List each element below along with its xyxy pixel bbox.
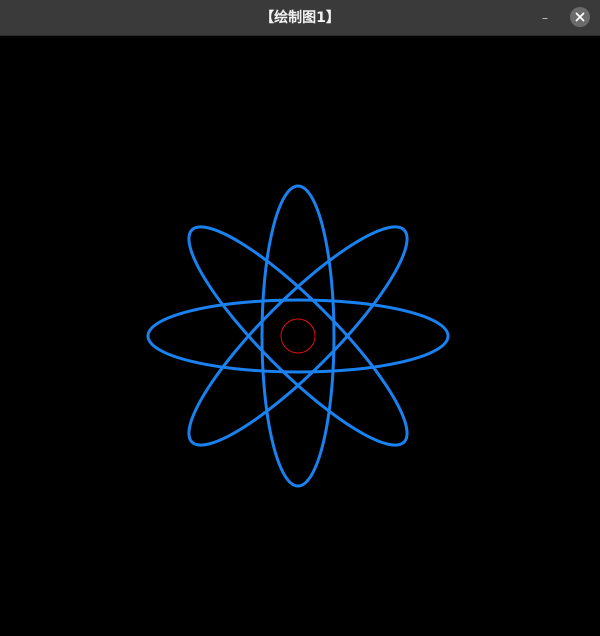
close-icon	[575, 12, 585, 22]
nucleus-circle	[280, 318, 316, 354]
close-button[interactable]	[570, 7, 590, 27]
minimize-icon: –	[542, 11, 548, 25]
app-window: 【绘制图1】 –	[0, 0, 600, 636]
window-title: 【绘制图1】	[260, 10, 340, 26]
title-bar[interactable]: 【绘制图1】 –	[0, 0, 600, 36]
drawing-canvas	[0, 36, 600, 636]
atom-drawing	[146, 184, 450, 488]
orbit-ellipse	[187, 225, 409, 447]
orbit-ellipse	[146, 298, 450, 374]
orbit-ellipse	[260, 184, 336, 488]
minimize-button[interactable]: –	[536, 9, 554, 27]
orbit-ellipse	[187, 225, 409, 447]
